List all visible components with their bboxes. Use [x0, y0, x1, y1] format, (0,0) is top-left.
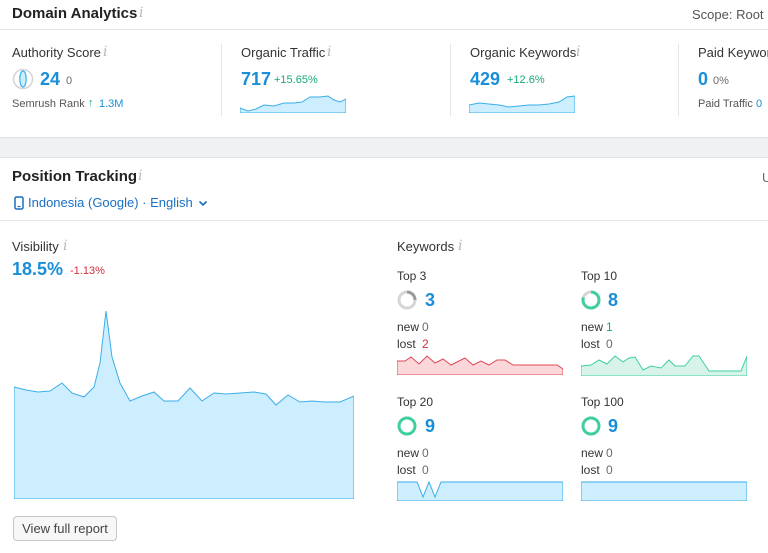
top10-lost-value: 0 [606, 337, 613, 351]
visibility-chart [14, 310, 354, 499]
top3-value[interactable]: 3 [425, 290, 435, 311]
paid-keywords-value[interactable]: 0 [698, 69, 708, 90]
top100-sparkline [581, 481, 747, 501]
top10-new-label: new [581, 320, 604, 334]
view-full-report-button[interactable]: View full report [13, 516, 117, 541]
position-tracking-right-label[interactable]: U [762, 170, 768, 185]
organic-traffic-label: Organic Traffic [241, 45, 326, 60]
top3-label: Top 3 [397, 269, 427, 283]
authority-score-label: Authority Score [12, 45, 101, 60]
position-tracking-title: Position Tracking [12, 168, 138, 185]
arrow-up-icon: ↑ [88, 97, 94, 109]
info-icon[interactable]: i [327, 44, 331, 60]
paid-keywords-percent: 0% [713, 75, 729, 87]
paid-keywords-label: Paid Keywords [698, 45, 768, 60]
section-separator [0, 137, 768, 158]
top20-label: Top 20 [397, 395, 434, 409]
paid-traffic-value[interactable]: 0 [756, 98, 762, 110]
top20-value[interactable]: 9 [425, 416, 435, 437]
organic-keywords-label: Organic Keywords [470, 45, 577, 60]
top100-lost-label: lost [581, 463, 600, 477]
metric-divider [221, 44, 222, 116]
chevron-down-icon [198, 200, 207, 206]
info-icon[interactable]: i [138, 168, 142, 184]
top20-lost-label: lost [397, 463, 416, 477]
top10-donut-icon [581, 290, 601, 310]
top20-donut-icon [397, 416, 417, 436]
top3-new-label: new [397, 320, 420, 334]
authority-score-value: 24 [40, 69, 61, 89]
info-icon[interactable]: i [139, 5, 143, 21]
top3-new-value: 0 [422, 320, 429, 334]
info-icon[interactable]: i [576, 44, 580, 60]
top20-new-value: 0 [422, 446, 429, 460]
top100-new-value: 0 [606, 446, 613, 460]
section-divider [0, 220, 768, 221]
info-icon[interactable]: i [103, 44, 107, 60]
top100-label: Top 100 [581, 395, 624, 409]
top20-new-label: new [397, 446, 420, 460]
organic-traffic-value[interactable]: 717 [241, 69, 271, 90]
top20-lost-value: 0 [422, 463, 429, 477]
top3-lost-label: lost [397, 337, 416, 351]
top10-value[interactable]: 8 [608, 290, 618, 311]
top100-lost-value: 0 [606, 463, 613, 477]
top20-sparkline [397, 480, 563, 501]
top3-sparkline [397, 355, 563, 375]
top100-donut-icon [581, 416, 601, 436]
top100-new-label: new [581, 446, 604, 460]
mobile-device-icon [14, 195, 24, 210]
metric-divider [450, 44, 451, 116]
top3-lost-value: 2 [422, 337, 429, 351]
semrush-rank-value[interactable]: 1.3M [99, 98, 123, 110]
top10-sparkline [581, 355, 747, 376]
info-icon[interactable]: i [63, 238, 67, 254]
top10-new-value: 1 [606, 320, 613, 334]
metric-divider [678, 44, 679, 116]
top10-lost-label: lost [581, 337, 600, 351]
organic-traffic-sparkline [240, 95, 346, 113]
organic-traffic-change: +15.65% [274, 74, 318, 86]
organic-keywords-change: +12.6% [507, 74, 545, 86]
authority-gauge-icon [12, 68, 34, 90]
top3-donut-icon [397, 290, 417, 310]
semrush-rank-label: Semrush Rank [12, 98, 85, 110]
authority-score-sub: 0 [66, 75, 73, 87]
top100-value[interactable]: 9 [608, 416, 618, 437]
paid-traffic-label: Paid Traffic [698, 98, 753, 110]
location-selector[interactable]: Indonesia (Google) · English [14, 195, 209, 210]
visibility-label: Visibility [12, 239, 59, 254]
organic-keywords-value[interactable]: 429 [470, 69, 500, 90]
visibility-change: -1.13% [70, 265, 105, 277]
location-label: Indonesia (Google) · English [28, 195, 193, 210]
keywords-label: Keywords [397, 239, 455, 254]
info-icon[interactable]: i [458, 238, 462, 254]
visibility-value: 18.5% [12, 259, 64, 279]
scope-selector[interactable]: Scope: Root D [692, 7, 768, 22]
organic-keywords-sparkline [469, 95, 575, 113]
domain-analytics-title: Domain Analytics [12, 5, 138, 22]
top10-label: Top 10 [581, 269, 618, 283]
